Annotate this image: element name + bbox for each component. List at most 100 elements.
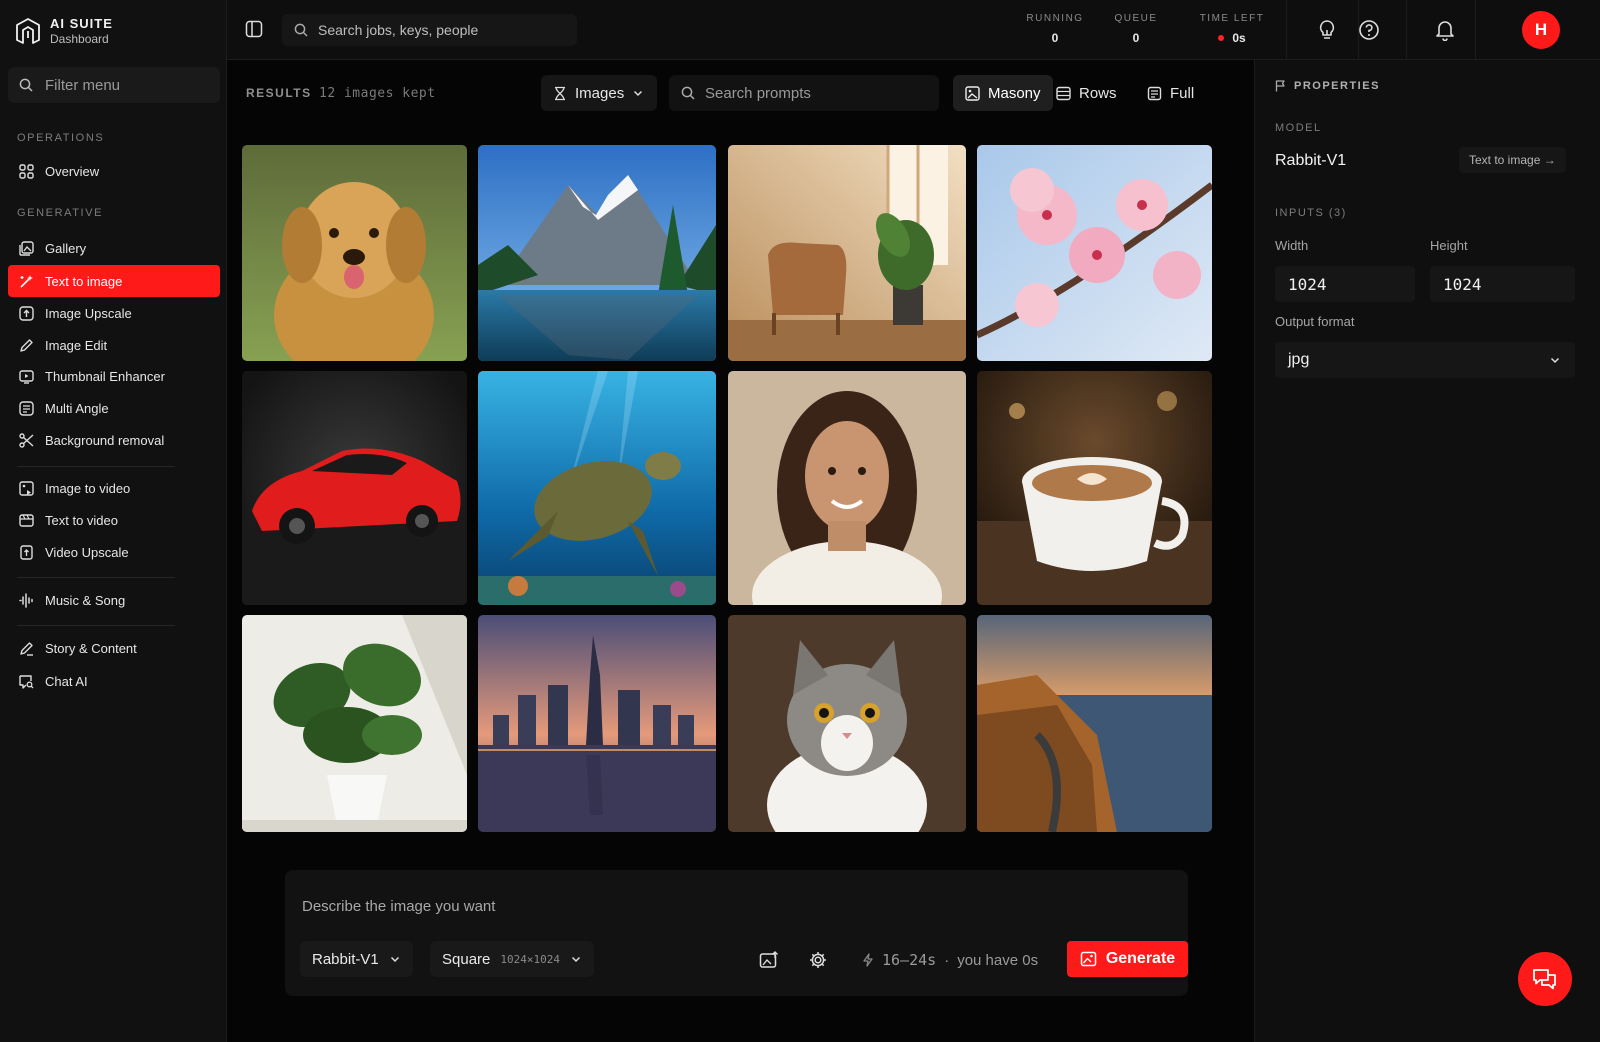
chevron-down-icon [632,87,644,99]
inputs-label: INPUTS (3) [1275,207,1347,219]
chevron-down-icon [1549,354,1561,366]
main-content: RESULTS 12 images kept Images Search pro… [227,60,1254,1042]
sidebar-item-label: Music & Song [45,592,126,608]
divider [17,625,175,626]
lightbulb-icon[interactable] [1317,19,1337,41]
aspect-size: 1024×1024 [500,952,560,966]
sidebar-item-label: Image Upscale [45,305,132,321]
properties-panel: PROPERTIES MODEL Rabbit-V1 Text to image… [1254,60,1600,1042]
sidebar-item-thumbnail-enhancer[interactable]: Thumbnail Enhancer [8,360,220,392]
sidebar-item-label: Text to image [45,273,123,289]
gallery-tile-sea-turtle[interactable] [478,371,716,605]
gallery-tile-latte[interactable] [977,371,1212,605]
bell-icon[interactable] [1435,19,1455,41]
sidebar-toggle-icon[interactable] [245,20,263,38]
view-label: Full [1170,84,1195,102]
flag-icon [1275,80,1286,92]
sidebar-item-music-song[interactable]: Music & Song [8,584,220,616]
sidebar-item-video-upscale[interactable]: Video Upscale [8,536,220,568]
masonry-icon [965,85,980,101]
upload-image-icon[interactable] [759,951,779,969]
prompt-search-placeholder: Search prompts [705,84,811,102]
stat-time-left: TIME LEFT 0s [1197,13,1267,45]
gallery-tile-cherry-blossom[interactable] [977,145,1212,361]
prompt-input[interactable]: Describe the image you want [302,898,495,915]
stat-value: 0s [1232,31,1246,45]
sidebar-item-label: Thumbnail Enhancer [45,368,165,384]
bolt-icon [862,953,874,967]
sidebar-item-label: Story & Content [45,640,137,656]
view-rows-button[interactable]: Rows [1044,75,1129,111]
text-to-image-link[interactable]: Text to image → [1459,147,1566,173]
divider [17,577,175,578]
help-icon[interactable] [1358,19,1380,41]
section-operations: OPERATIONS [17,132,105,144]
brand[interactable]: AI SUITE Dashboard [16,16,113,46]
brand-name: AI SUITE [50,16,113,31]
gallery-tile-sports-car[interactable] [242,371,467,605]
filter-menu-input[interactable]: Filter menu [8,67,220,103]
gallery-tile-coast[interactable] [977,615,1212,832]
sidebar-item-image-upscale[interactable]: Image Upscale [8,297,220,329]
aspect-select[interactable]: Square 1024×1024 [430,941,594,977]
gallery-tile-dog[interactable] [242,145,467,361]
sidebar-item-label: Background removal [45,432,165,448]
output-format-select[interactable]: jpg [1275,342,1575,378]
gallery-tile-woman-portrait[interactable] [728,371,966,605]
height-field[interactable]: 1024 [1430,266,1575,302]
stat-label: QUEUE [1114,13,1158,24]
sidebar-item-label: Video Upscale [45,544,129,560]
view-label: Masony [988,84,1041,102]
upscale-icon [18,305,35,322]
generate-button[interactable]: Generate [1067,941,1188,977]
divider [1475,0,1476,60]
sidebar-item-chat-ai[interactable]: Chat AI [8,665,220,697]
grid-icon [18,163,35,180]
divider [17,466,175,467]
sidebar-item-background-removal[interactable]: Background removal [8,424,220,456]
prompt-composer: Describe the image you want Rabbit-V1 Sq… [285,870,1188,996]
height-label: Height [1430,238,1468,253]
chat-bubbles-icon [1532,967,1558,991]
view-label: Rows [1079,84,1117,102]
pen-icon [18,337,35,354]
sidebar-item-text-to-video[interactable]: Text to video [8,504,220,536]
stat-queue: QUEUE 0 [1110,13,1162,45]
global-search-input[interactable]: Search jobs, keys, people [282,14,577,46]
view-full-button[interactable]: Full [1135,75,1206,111]
brand-subtitle: Dashboard [50,32,109,46]
prompt-search-input[interactable]: Search prompts [669,75,939,111]
sidebar-item-image-edit[interactable]: Image Edit [8,329,220,361]
sidebar-item-image-to-video[interactable]: Image to video [8,472,220,504]
width-field[interactable]: 1024 [1275,266,1415,302]
model-select[interactable]: Rabbit-V1 [300,941,413,977]
section-generative: GENERATIVE [17,207,104,219]
gallery-tile-skyline[interactable] [478,615,716,832]
image-spark-icon [1080,951,1097,967]
gallery-tile-cat[interactable] [728,615,966,832]
sidebar-item-story-content[interactable]: Story & Content [8,632,220,664]
media-filter-label: Images [575,84,625,102]
gallery-tile-mountain[interactable] [478,145,716,361]
sidebar-item-gallery[interactable]: Gallery [8,232,220,264]
view-masonry-button[interactable]: Masony [953,75,1053,111]
text-video-icon [18,512,35,529]
sidebar-item-overview[interactable]: Overview [8,155,220,187]
search-icon [294,23,308,37]
gallery-tile-monstera[interactable] [242,615,467,832]
media-filter-dropdown[interactable]: Images [541,75,657,111]
avatar[interactable]: H [1522,11,1560,49]
properties-title: PROPERTIES [1294,80,1380,92]
aspect-label: Square [442,950,491,968]
rows-icon [1056,86,1071,101]
status-dot-icon [1218,34,1225,41]
sidebar-item-multi-angle[interactable]: Multi Angle [8,392,220,424]
sidebar: AI SUITE Dashboard Filter menu OPERATION… [0,0,227,1042]
gear-icon[interactable] [809,951,827,969]
gallery-tile-armchair[interactable] [728,145,966,361]
sidebar-item-text-to-image[interactable]: Text to image [8,265,220,297]
image-video-icon [18,480,35,497]
global-search-placeholder: Search jobs, keys, people [318,22,479,38]
chat-support-button[interactable] [1518,952,1572,1006]
generation-estimate: 16–24s · you have 0s [862,951,1038,969]
